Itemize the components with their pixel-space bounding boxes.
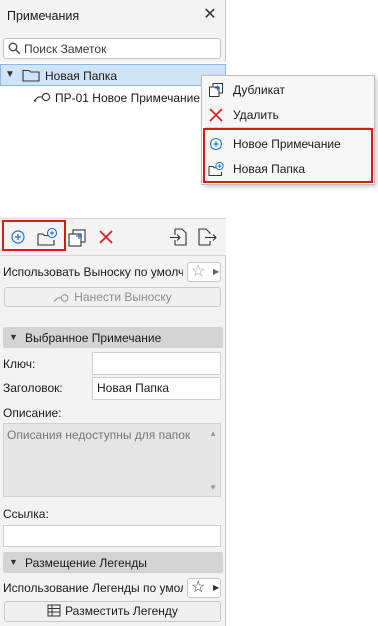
- search-box[interactable]: [3, 38, 221, 59]
- section-title: Размещение Легенды: [25, 556, 147, 570]
- legend-section[interactable]: ▼ Размещение Легенды: [3, 552, 223, 573]
- notes-panel: Примечания ✕ ▼ Новая Папка ПР-01 Новое П…: [0, 0, 226, 626]
- notes-tree[interactable]: ▼ Новая Папка ПР-01 Новое Примечание: [0, 62, 226, 218]
- close-icon[interactable]: ✕: [201, 6, 219, 24]
- description-field: Описания недоступны для папок ▲ ▼: [3, 423, 221, 497]
- search-input[interactable]: [24, 40, 216, 57]
- chevron-right-icon: ▶: [213, 267, 220, 276]
- callout-favorite-picker[interactable]: ☆ ▶: [187, 262, 221, 282]
- chevron-right-icon: ▶: [213, 583, 220, 592]
- context-menu: Дубликат Удалить Новое Примечание Новая …: [201, 75, 375, 185]
- title-label: Заголовок:: [3, 381, 63, 395]
- menu-item-delete[interactable]: Удалить: [202, 103, 374, 127]
- section-title: Выбранное Примечание: [25, 331, 162, 345]
- selected-note-section[interactable]: ▼ Выбранное Примечание: [3, 327, 223, 348]
- key-field[interactable]: [92, 352, 221, 375]
- description-text: Описания недоступны для папок: [7, 428, 191, 442]
- tree-item-folder[interactable]: ▼ Новая Папка: [0, 64, 226, 86]
- star-icon: ☆: [191, 579, 206, 596]
- chevron-down-icon[interactable]: ▼: [5, 69, 15, 80]
- place-legend-label: Разместить Легенду: [65, 604, 178, 618]
- link-label: Ссылка:: [3, 507, 49, 521]
- menu-item-duplicate[interactable]: Дубликат: [202, 78, 374, 102]
- collapse-triangle-icon[interactable]: ▼: [9, 332, 18, 342]
- legend-favorite-picker[interactable]: ☆ ▶: [187, 578, 221, 598]
- title-field-value: Новая Папка: [97, 381, 170, 395]
- import-icon[interactable]: [168, 226, 190, 248]
- callout-note-icon: [53, 294, 69, 302]
- delete-icon: [209, 108, 223, 122]
- toolbar-highlight-box: [2, 220, 66, 251]
- description-label: Описание:: [3, 406, 62, 420]
- notes-toolbar: [0, 218, 226, 256]
- tree-item-label: Новая Папка: [45, 69, 118, 83]
- folder-icon: [22, 69, 40, 82]
- legend-table-icon: [47, 604, 61, 617]
- callout-default-row: Использовать Выноску по умолчанию ☆ ▶: [0, 262, 226, 282]
- search-icon: [8, 42, 21, 55]
- place-legend-button[interactable]: Разместить Легенду: [4, 601, 221, 622]
- export-icon[interactable]: [196, 226, 218, 248]
- delete-icon[interactable]: [95, 226, 117, 248]
- link-field[interactable]: [3, 525, 221, 547]
- menu-item-label: Удалить: [233, 108, 279, 122]
- star-icon: ☆: [191, 263, 206, 280]
- place-callout-button[interactable]: Нанести Выноску: [4, 287, 221, 307]
- legend-default-row: Использование Легенды по умолчанию ☆ ▶: [0, 578, 226, 598]
- menu-item-label: Дубликат: [233, 83, 285, 97]
- tree-item-note[interactable]: ПР-01 Новое Примечание: [0, 86, 226, 108]
- callout-default-label: Использовать Выноску по умолчанию: [3, 265, 183, 279]
- place-callout-label: Нанести Выноску: [74, 290, 172, 304]
- collapse-triangle-icon[interactable]: ▼: [9, 557, 18, 567]
- scroll-up-icon: ▲: [209, 429, 217, 438]
- legend-default-label: Использование Легенды по умолчанию: [3, 581, 183, 595]
- key-label: Ключ:: [3, 357, 36, 371]
- title-field[interactable]: Новая Папка: [92, 377, 221, 400]
- panel-title: Примечания: [7, 9, 80, 23]
- panel-titlebar: Примечания ✕: [0, 0, 226, 32]
- callout-note-icon: [33, 92, 51, 102]
- scroll-down-icon: ▼: [209, 483, 217, 492]
- menu-highlight-box: [203, 128, 373, 183]
- duplicate-icon: [209, 83, 223, 97]
- tree-item-label: ПР-01 Новое Примечание: [55, 91, 201, 105]
- duplicate-icon[interactable]: [66, 226, 88, 248]
